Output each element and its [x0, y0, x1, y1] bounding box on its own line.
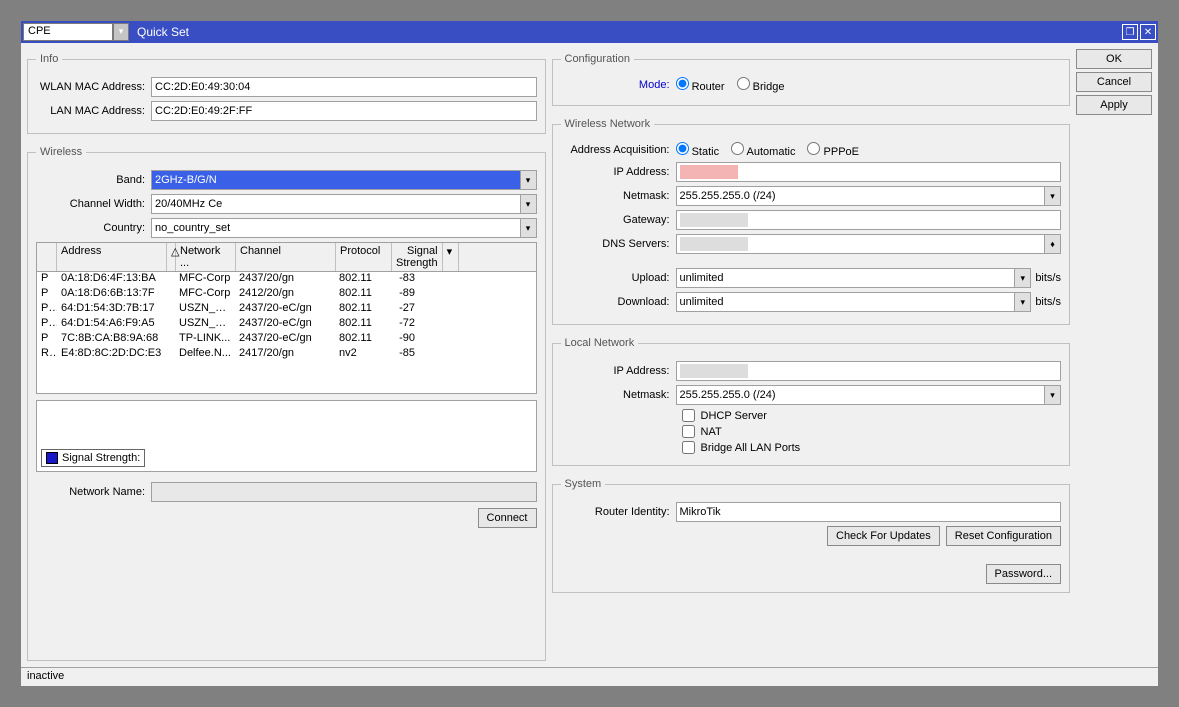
table-row[interactable]: P7C:8B:CA:B8:9A:68TP-LINK...2437/20-eC/g…	[37, 332, 536, 347]
download-field[interactable]	[676, 292, 1016, 312]
system-legend: System	[561, 478, 606, 490]
lan-ip-label: IP Address:	[561, 365, 676, 377]
mode-select-dropdown-icon[interactable]: ▾	[113, 23, 129, 41]
col-channel[interactable]: Channel	[236, 243, 336, 271]
gateway-label: Gateway:	[561, 214, 676, 226]
table-row[interactable]: PR64:D1:54:A6:F9:A5USZN_M...2437/20-eC/g…	[37, 317, 536, 332]
dns-redacted	[680, 237, 748, 251]
mode-label: Mode:	[561, 79, 676, 91]
legend-color-icon	[46, 452, 58, 464]
aa-static-radio[interactable]: Static	[676, 142, 720, 158]
connect-button[interactable]: Connect	[478, 508, 537, 528]
upload-unit: bits/s	[1031, 272, 1061, 284]
close-icon[interactable]: ✕	[1140, 24, 1156, 40]
channel-width-label: Channel Width:	[36, 198, 151, 210]
signal-graph: Signal Strength:	[36, 400, 537, 472]
signal-graph-legend: Signal Strength:	[41, 449, 145, 467]
dns-spinner-icon[interactable]: ♦	[1045, 234, 1061, 254]
table-row[interactable]: P0A:18:D6:6B:13:7FMFC-Corp2412/20/gn802.…	[37, 287, 536, 302]
download-label: Download:	[561, 296, 676, 308]
info-legend: Info	[36, 53, 62, 65]
band-label: Band:	[36, 174, 151, 186]
scan-table-header[interactable]: Address △ Network ... Channel Protocol S…	[36, 242, 537, 272]
band-select[interactable]	[151, 170, 521, 190]
channel-width-select[interactable]	[151, 194, 521, 214]
restore-icon[interactable]: ❐	[1122, 24, 1138, 40]
wireless-group: Wireless Band: ▾ Channel Width: ▾	[27, 146, 546, 661]
configuration-legend: Configuration	[561, 53, 634, 65]
table-row[interactable]: RBE4:8D:8C:2D:DC:E3Delfee.N...2417/20/gn…	[37, 347, 536, 362]
wireless-network-legend: Wireless Network	[561, 118, 655, 130]
window-title: Quick Set	[129, 25, 189, 39]
nat-checkbox[interactable]	[682, 425, 695, 438]
upload-dropdown-icon[interactable]: ▾	[1015, 268, 1031, 288]
table-row[interactable]: P0A:18:D6:4F:13:BAMFC-Corp2437/20/gn802.…	[37, 272, 536, 287]
country-label: Country:	[36, 222, 151, 234]
system-group: System Router Identity: Check For Update…	[552, 478, 1071, 593]
wireless-legend: Wireless	[36, 146, 86, 158]
lan-ip-redacted	[680, 364, 748, 378]
router-identity-field[interactable]	[676, 502, 1062, 522]
lan-mac-label: LAN MAC Address:	[36, 105, 151, 117]
col-network[interactable]: Network ...	[176, 243, 236, 271]
col-signal[interactable]: Signal Strength	[392, 243, 443, 271]
titlebar: CPE ▾ Quick Set ❐ ✕	[21, 21, 1158, 43]
aa-automatic-radio[interactable]: Automatic	[731, 142, 795, 158]
col-protocol[interactable]: Protocol	[336, 243, 392, 271]
ok-button[interactable]: OK	[1076, 49, 1152, 69]
wlan-mac-field	[151, 77, 537, 97]
table-row[interactable]: PR64:D1:54:3D:7B:17USZN_M...2437/20-eC/g…	[37, 302, 536, 317]
local-network-group: Local Network IP Address: Netmask: ▾ DHC…	[552, 337, 1071, 466]
sort-indicator-icon[interactable]: △	[167, 243, 176, 271]
lan-netmask-field[interactable]	[676, 385, 1046, 405]
mode-router-radio[interactable]: Router	[676, 77, 725, 93]
columns-dropdown-icon[interactable]: ▾	[443, 243, 459, 271]
wireless-network-group: Wireless Network Address Acquisition: St…	[552, 118, 1071, 325]
reset-config-button[interactable]: Reset Configuration	[946, 526, 1061, 546]
ip-address-label: IP Address:	[561, 166, 676, 178]
netmask-label: Netmask:	[561, 190, 676, 202]
channel-width-dropdown-icon[interactable]: ▾	[521, 194, 537, 214]
status-bar: inactive	[21, 667, 1158, 686]
cancel-button[interactable]: Cancel	[1076, 72, 1152, 92]
upload-label: Upload:	[561, 272, 676, 284]
check-updates-button[interactable]: Check For Updates	[827, 526, 940, 546]
scan-table[interactable]: P0A:18:D6:4F:13:BAMFC-Corp2437/20/gn802.…	[36, 272, 537, 394]
configuration-group: Configuration Mode: Router Bridge	[552, 53, 1071, 106]
ip-address-redacted	[680, 165, 738, 179]
info-group: Info WLAN MAC Address: LAN MAC Address:	[27, 53, 546, 134]
download-unit: bits/s	[1031, 296, 1061, 308]
router-identity-label: Router Identity:	[561, 506, 676, 518]
dns-label: DNS Servers:	[561, 238, 676, 250]
netmask-field[interactable]	[676, 186, 1046, 206]
download-dropdown-icon[interactable]: ▾	[1015, 292, 1031, 312]
netmask-dropdown-icon[interactable]: ▾	[1045, 186, 1061, 206]
password-button[interactable]: Password...	[986, 564, 1061, 584]
country-select[interactable]	[151, 218, 521, 238]
lan-netmask-dropdown-icon[interactable]: ▾	[1045, 385, 1061, 405]
country-dropdown-icon[interactable]: ▾	[521, 218, 537, 238]
lan-netmask-label: Netmask:	[561, 389, 676, 401]
network-name-label: Network Name:	[36, 486, 151, 498]
network-name-field	[151, 482, 537, 502]
col-address[interactable]: Address	[57, 243, 167, 271]
wlan-mac-label: WLAN MAC Address:	[36, 81, 151, 93]
upload-field[interactable]	[676, 268, 1016, 288]
bridge-lan-checkbox[interactable]	[682, 441, 695, 454]
addr-acq-label: Address Acquisition:	[561, 144, 676, 156]
aa-pppoe-radio[interactable]: PPPoE	[807, 142, 859, 158]
local-network-legend: Local Network	[561, 337, 639, 349]
mode-bridge-radio[interactable]: Bridge	[737, 77, 785, 93]
gateway-redacted	[680, 213, 748, 227]
apply-button[interactable]: Apply	[1076, 95, 1152, 115]
action-buttons: OK Cancel Apply	[1076, 49, 1152, 661]
band-dropdown-icon[interactable]: ▾	[521, 170, 537, 190]
dhcp-server-checkbox[interactable]	[682, 409, 695, 422]
quickset-window: CPE ▾ Quick Set ❐ ✕ Info WLAN MAC Addres…	[20, 20, 1159, 687]
mode-select[interactable]: CPE	[23, 23, 113, 41]
lan-mac-field	[151, 101, 537, 121]
